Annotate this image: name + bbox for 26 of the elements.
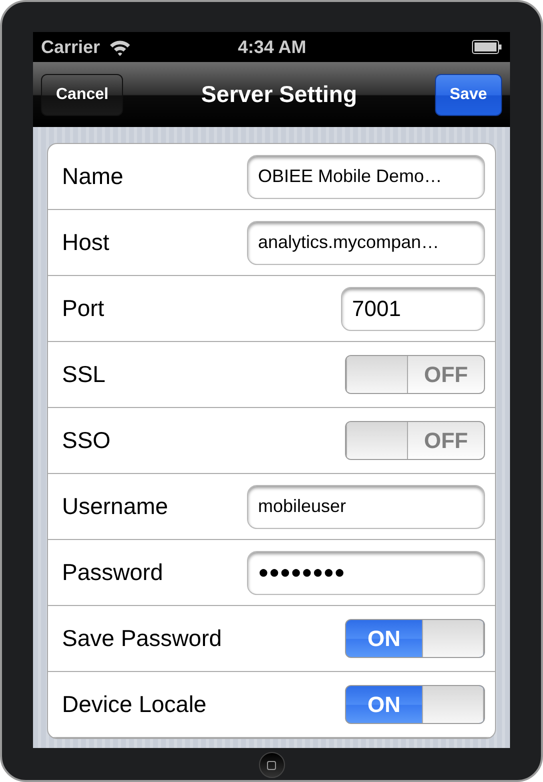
row-label: Username (62, 493, 168, 520)
input-field[interactable]: analytics.mycompan… (247, 220, 485, 264)
carrier-label: Carrier (41, 36, 100, 58)
screen-title: Server Setting (200, 81, 358, 108)
toggle-switch[interactable]: OFF (345, 355, 485, 394)
input-field[interactable]: ●●●●●●●● (247, 550, 485, 594)
row-label: Save Password (62, 625, 222, 652)
save-button[interactable]: Save (434, 74, 502, 116)
toggle-switch[interactable]: OFF (345, 421, 485, 460)
toggle-switch[interactable]: ON (345, 685, 485, 724)
row-label: Host (62, 229, 110, 256)
clock-time: 4:34 AM (236, 36, 308, 58)
input-field[interactable]: OBIEE Mobile Demo… (247, 154, 485, 198)
toggle-switch[interactable]: ON (345, 619, 485, 658)
home-button[interactable] (258, 752, 284, 778)
row-label: SSL (62, 361, 106, 388)
row-label: Name (62, 163, 124, 190)
input-field[interactable]: 7001 (341, 286, 485, 330)
wifi-icon (108, 38, 132, 56)
row-label: Port (62, 295, 104, 322)
cancel-button[interactable]: Cancel (41, 74, 124, 116)
row-label: Device Locale (62, 691, 206, 718)
row-label: SSO (62, 427, 111, 454)
battery-icon (472, 40, 502, 54)
row-label: Password (62, 559, 163, 586)
input-field[interactable]: mobileuser (247, 484, 485, 528)
